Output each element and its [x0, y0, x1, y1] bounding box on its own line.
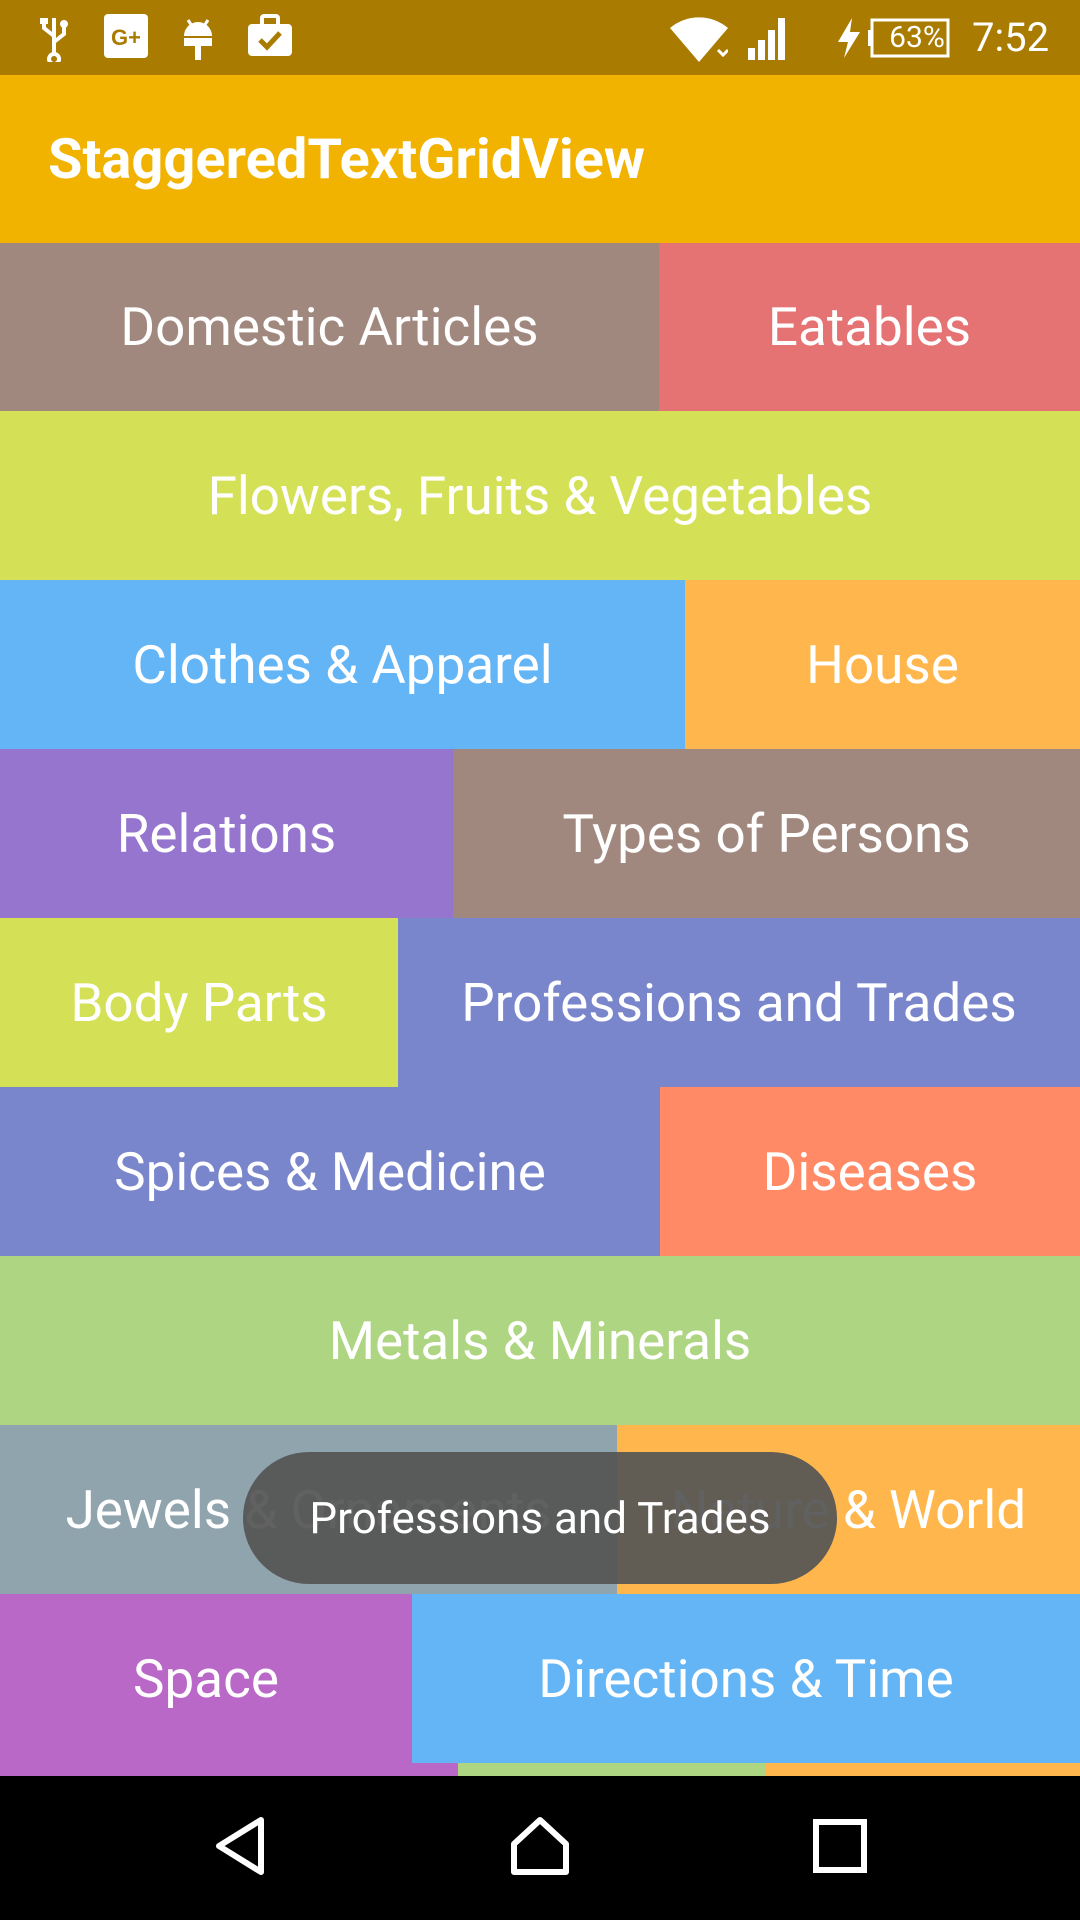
grid-item-house[interactable]: House	[685, 580, 1080, 749]
grid-item-domestic-articles[interactable]: Domestic Articles	[0, 243, 659, 411]
toast-message: Professions and Trades	[243, 1452, 837, 1584]
grid-item-relations[interactable]: Relations	[0, 749, 453, 918]
grid-item-professions-and-trades[interactable]: Professions and Trades	[398, 918, 1080, 1087]
home-button[interactable]	[460, 1776, 620, 1920]
android-debug-icon	[178, 14, 218, 62]
grid-item-flowers-fruits-vegetables[interactable]: Flowers, Fruits & Vegetables	[0, 411, 1080, 580]
svg-text:G+: G+	[111, 25, 141, 50]
grid-item-directions-time[interactable]: Directions & Time	[412, 1594, 1080, 1763]
grid-item-partial[interactable]	[458, 1763, 766, 1776]
usb-icon	[34, 14, 74, 66]
battery-percent: 63%	[889, 20, 945, 55]
wifi-icon	[670, 12, 730, 62]
grid-item-metals-minerals[interactable]: Metals & Minerals	[0, 1256, 1080, 1425]
grid-item-partial[interactable]	[766, 1763, 1080, 1776]
status-bar: G+ 63% 7:52	[0, 0, 1080, 75]
grid-item-clothes-apparel[interactable]: Clothes & Apparel	[0, 580, 685, 749]
back-button[interactable]	[161, 1776, 321, 1920]
cell-signal-icon	[746, 14, 792, 62]
app-bar: StaggeredTextGridView	[0, 75, 1080, 243]
grid-item-space[interactable]: Space	[0, 1594, 412, 1763]
google-plus-icon: G+	[104, 14, 148, 62]
grid-item-diseases[interactable]: Diseases	[660, 1087, 1080, 1256]
grid-item-spices-medicine[interactable]: Spices & Medicine	[0, 1087, 660, 1256]
back-icon	[211, 1814, 271, 1882]
work-briefcase-icon	[248, 14, 292, 62]
recents-icon	[812, 1818, 868, 1878]
grid-item-eatables[interactable]: Eatables	[659, 243, 1080, 411]
grid-item-partial[interactable]	[0, 1763, 458, 1776]
page-title: StaggeredTextGridView	[48, 126, 646, 192]
home-icon	[508, 1814, 572, 1882]
clock: 7:52	[972, 14, 1050, 61]
grid-item-types-of-persons[interactable]: Types of Persons	[453, 749, 1080, 918]
charging-bolt-icon	[836, 18, 862, 66]
recents-button[interactable]	[760, 1776, 920, 1920]
grid-item-body-parts[interactable]: Body Parts	[0, 918, 398, 1087]
navigation-bar	[0, 1776, 1080, 1920]
